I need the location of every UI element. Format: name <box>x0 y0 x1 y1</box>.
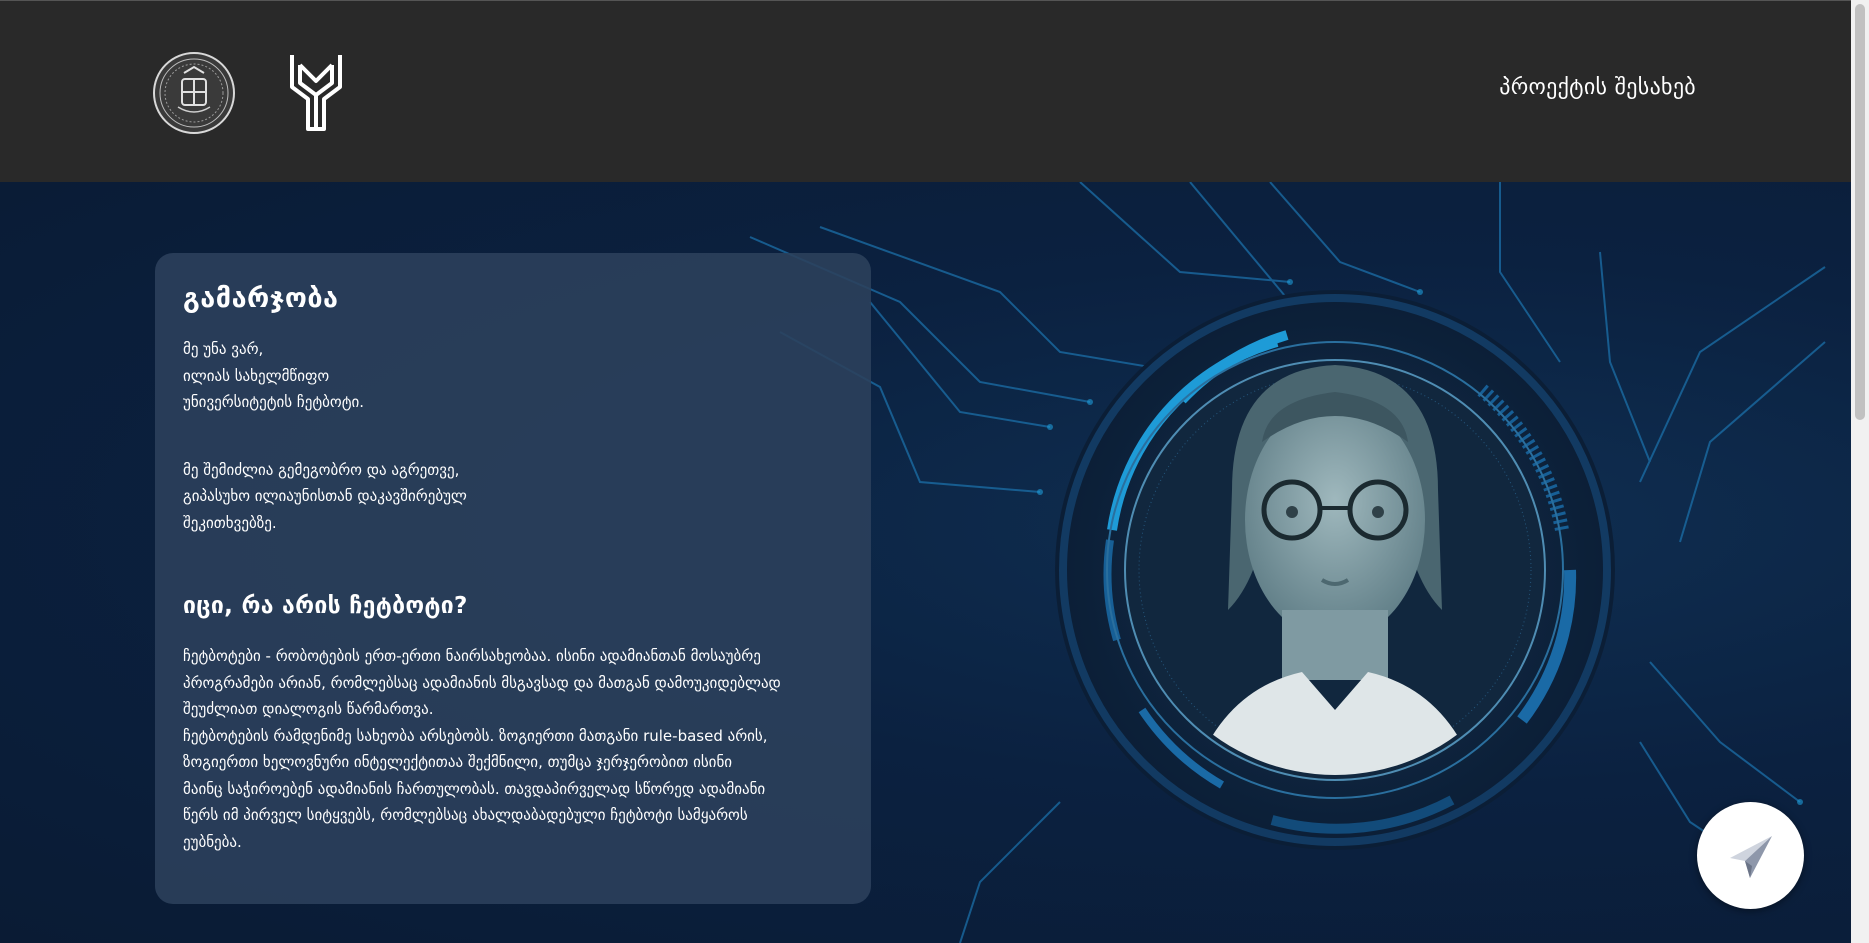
site-header: პროექტის შესახებ <box>0 0 1851 183</box>
description-line: მაინც საჭიროებენ ადამიანის ჩართულობას. თ… <box>183 779 766 798</box>
intro-line: ილიას სახელმწიფო <box>183 366 330 385</box>
description-line: ეუბნება. <box>183 832 242 851</box>
description-line: შეუძლიათ დიალოგის წარმართვა. <box>183 700 434 718</box>
welcome-card: გამარჯობა მე უნა ვარ, ილიას სახელმწიფო უ… <box>155 253 871 904</box>
university-mark-icon[interactable] <box>286 51 346 133</box>
description-line: ჩეტბოტები - რობოტების ერთ-ერთი ნაირსახეო… <box>183 647 761 665</box>
university-seal-icon[interactable] <box>152 51 236 135</box>
ability-line: გიპასუხო ილიაუნისთან დაკავშირებულ <box>183 487 467 505</box>
greeting-title: გამარჯობა <box>183 283 339 314</box>
description-line: ზოგიერთი ხელოვნური ინტელექტითაა შექმნილი… <box>183 753 733 771</box>
description-line: ჩეტბოტების რამდენიმე სახეობა არსებობს. ზ… <box>183 726 768 745</box>
description-line: პროგრამები არიან, რომლებსაც ადამიანის მს… <box>183 673 781 692</box>
ability-text: მე შემიძლია გემეგობრო და აგრეთვე, გიპასუ… <box>183 457 843 537</box>
description-line: წერს იმ პირველ სიტყვებს, რომლებსაც ახალდ… <box>183 806 748 824</box>
intro-line: უნივერსიტეტის ჩეტბოტი. <box>183 393 365 411</box>
scrollbar-thumb[interactable] <box>1855 4 1865 420</box>
chatbot-avatar-icon <box>1055 290 1615 850</box>
send-button[interactable] <box>1697 802 1804 909</box>
page-scrollbar[interactable] <box>1851 0 1869 943</box>
question-title: იცი, რა არის ჩეტბოტი? <box>183 593 468 619</box>
nav-about-project-link[interactable]: პროექტის შესახებ <box>1499 75 1696 100</box>
intro-text: მე უნა ვარ, ილიას სახელმწიფო უნივერსიტეტ… <box>183 336 843 416</box>
ability-line: მე შემიძლია გემეგობრო და აგრეთვე, <box>183 460 460 479</box>
intro-line: მე უნა ვარ, <box>183 340 264 358</box>
ability-line: შეკითხვებზე. <box>183 513 277 532</box>
paper-plane-icon <box>1730 836 1772 878</box>
chatbot-description: ჩეტბოტები - რობოტების ერთ-ერთი ნაირსახეო… <box>183 643 843 855</box>
